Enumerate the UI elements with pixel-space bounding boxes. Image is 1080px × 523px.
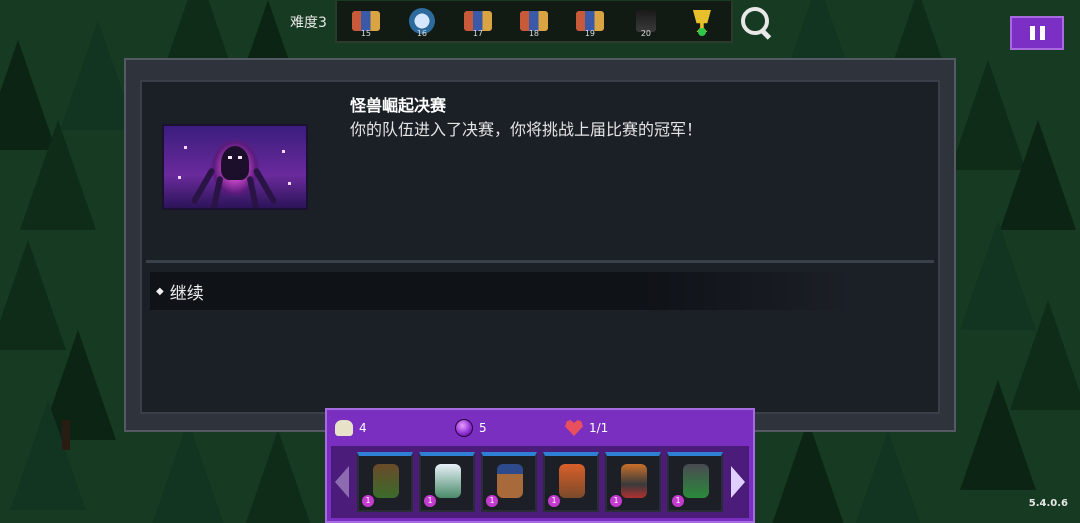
hero-level-badge: 1 xyxy=(424,495,436,507)
event-description: 你的队伍进入了决赛，你将挑战上届比赛的冠军！ xyxy=(350,120,703,139)
final-stage-node[interactable] xyxy=(679,2,725,40)
continue-button[interactable]: ◆ 继续 xyxy=(150,272,850,310)
stage-node[interactable]: 20 xyxy=(623,2,669,40)
orb-stat: 5 xyxy=(455,419,565,437)
scroll-right-button[interactable] xyxy=(727,446,749,518)
hero-roster: 1 1 1 1 1 1 xyxy=(331,446,749,518)
bullet-icon: ◆ xyxy=(156,285,164,297)
stage-node[interactable]: 17 xyxy=(455,2,501,40)
divider xyxy=(146,260,934,263)
stage-node[interactable]: 18 xyxy=(511,2,557,40)
party-sprite-icon xyxy=(463,11,492,31)
hero-level-badge: 1 xyxy=(486,495,498,507)
orb-count: 5 xyxy=(479,421,487,435)
stage-number: 17 xyxy=(472,29,484,38)
difficulty-label: 难度3 xyxy=(290,15,327,31)
stage-node[interactable]: 19 xyxy=(567,2,613,40)
health-value: 1/1 xyxy=(589,421,609,435)
hero-level-badge: 1 xyxy=(672,495,684,507)
dark-knight-hero[interactable]: 1 xyxy=(667,452,723,512)
event-title: 怪兽崛起决赛 xyxy=(350,96,447,115)
stage-number: 18 xyxy=(528,29,540,38)
stage-progress-bar: 难度3 15 16 17 18 19 20 xyxy=(290,0,773,44)
stage-number: 16 xyxy=(416,29,428,38)
search-icon[interactable] xyxy=(739,5,773,40)
bandit-hero[interactable]: 1 xyxy=(605,452,661,512)
hero-level-badge: 1 xyxy=(548,495,560,507)
ninja-bear-hero[interactable]: 1 xyxy=(481,452,537,512)
event-dialog: 怪兽崛起决赛 你的队伍进入了决赛，你将挑战上届比赛的冠军！ ◆ 继续 xyxy=(124,58,956,432)
pause-icon xyxy=(1029,26,1035,40)
fire-druid-hero[interactable]: 1 xyxy=(543,452,599,512)
party-stats: 4 5 1/1 xyxy=(335,416,745,440)
stage-number: 20 xyxy=(640,29,652,38)
event-image xyxy=(162,124,308,210)
choice-label: 继续 xyxy=(169,283,204,304)
hero-level-badge: 1 xyxy=(610,495,622,507)
party-sprite-icon xyxy=(575,11,604,31)
stage-node[interactable]: 16 xyxy=(399,2,445,40)
scroll-left-button[interactable] xyxy=(331,446,353,518)
event-dialog-content: 怪兽崛起决赛 你的队伍进入了决赛，你将挑战上届比赛的冠军！ ◆ 继续 xyxy=(140,80,940,414)
frost-yeti-hero[interactable]: 1 xyxy=(419,452,475,512)
current-position-marker xyxy=(697,28,706,36)
stage-number: 15 xyxy=(360,29,372,38)
pause-button[interactable] xyxy=(1010,16,1064,50)
bag-stat: 4 xyxy=(335,420,455,436)
hero-list: 1 1 1 1 1 1 xyxy=(353,452,727,512)
party-panel: 4 5 1/1 1 1 1 1 1 1 xyxy=(325,408,755,523)
party-sprite-icon xyxy=(519,11,548,31)
bag-icon xyxy=(335,420,353,436)
bag-count: 4 xyxy=(359,421,367,435)
version-label: 5.4.0.6 xyxy=(1028,498,1068,509)
party-sprite-icon xyxy=(351,11,380,31)
orb-icon xyxy=(455,419,473,437)
stage-number: 19 xyxy=(584,29,596,38)
hero-level-badge: 1 xyxy=(362,495,374,507)
arrow-right-icon xyxy=(731,466,745,498)
tree-warrior-hero[interactable]: 1 xyxy=(357,452,413,512)
stage-track: 15 16 17 18 19 20 xyxy=(334,1,733,43)
stage-node[interactable]: 15 xyxy=(343,2,389,40)
health-stat: 1/1 xyxy=(565,420,608,436)
arrow-left-icon xyxy=(335,466,349,498)
heart-icon xyxy=(565,420,583,436)
